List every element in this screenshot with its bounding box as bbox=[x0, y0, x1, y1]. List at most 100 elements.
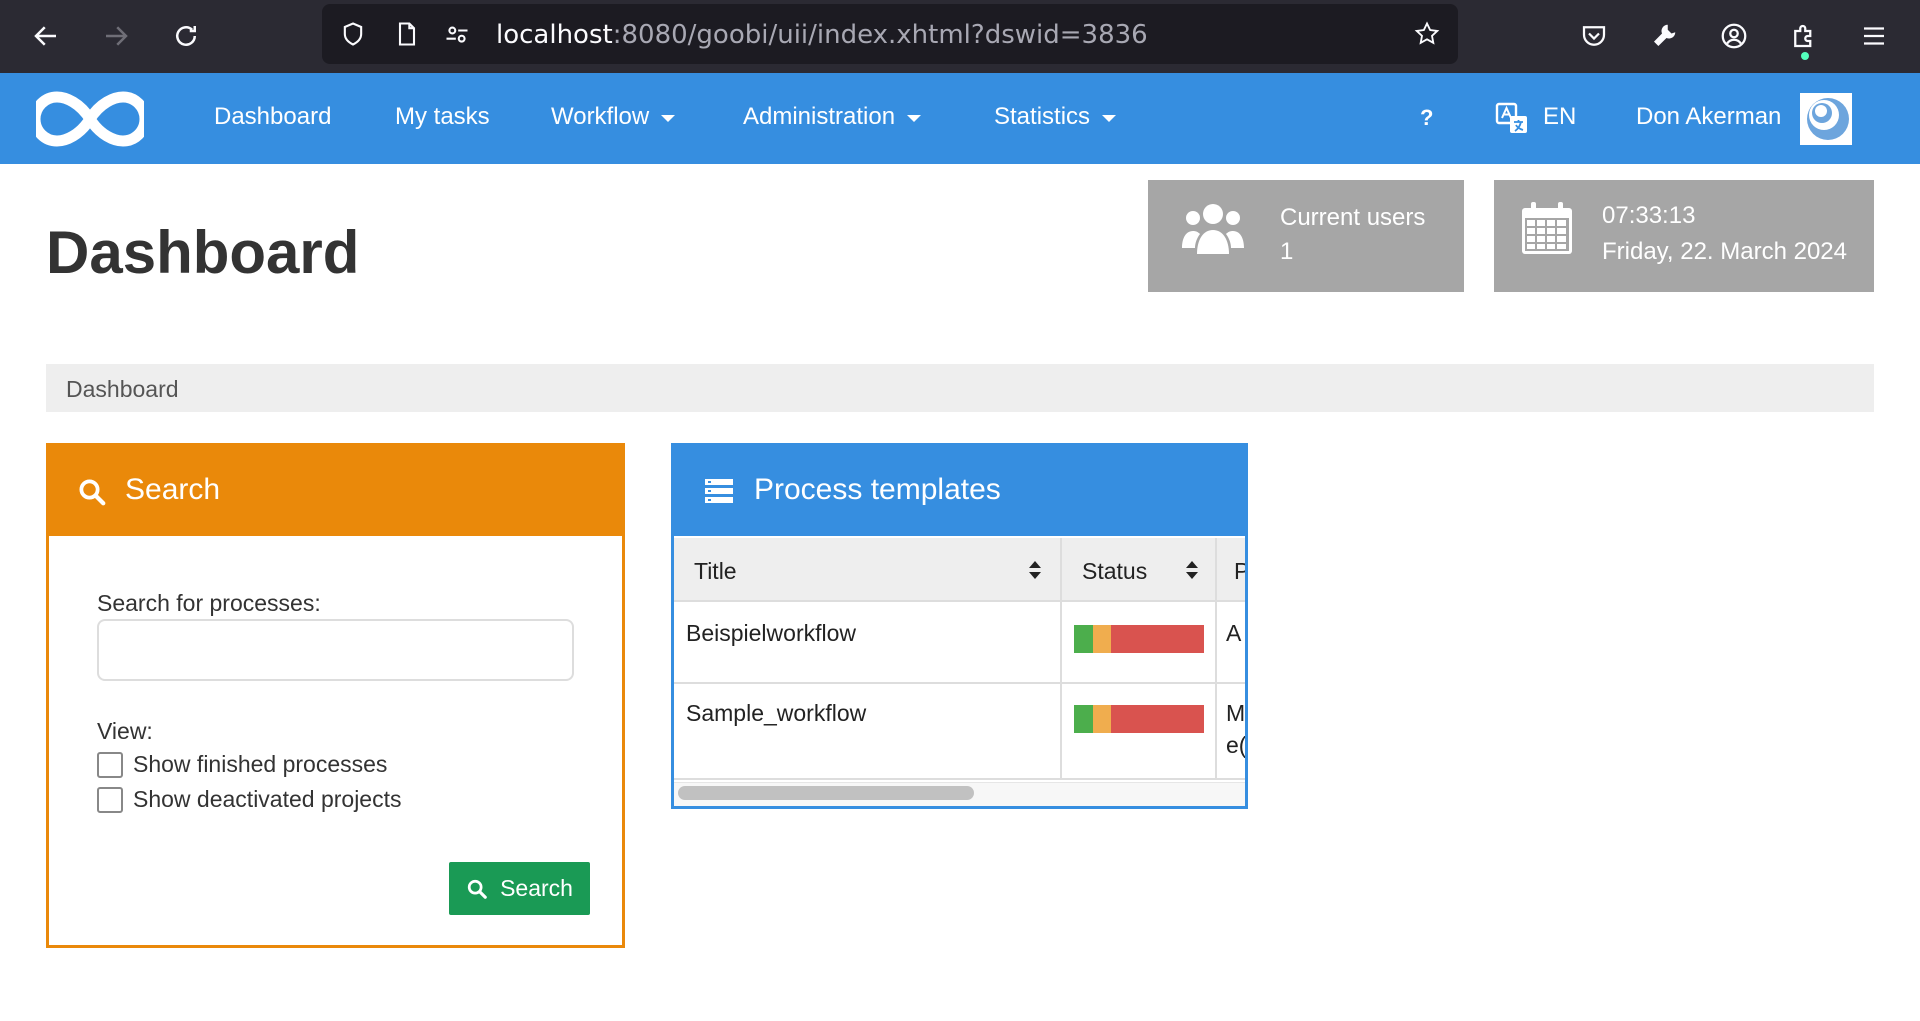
translate-icon[interactable] bbox=[1494, 101, 1530, 137]
page-icon[interactable] bbox=[392, 19, 422, 49]
caret-down-icon bbox=[907, 114, 922, 122]
nav-my-tasks-label: My tasks bbox=[395, 103, 490, 130]
pocket-button[interactable] bbox=[1572, 14, 1616, 58]
arrow-right-icon bbox=[106, 26, 128, 46]
url-text[interactable]: localhost:8080/goobi/uii/index.xhtml?dsw… bbox=[496, 20, 1148, 50]
row-third-cell: A bbox=[1226, 620, 1242, 646]
column-header-status[interactable]: Status bbox=[1082, 558, 1147, 585]
search-panel: Search Search for processes: View: Show … bbox=[46, 443, 625, 948]
nav-administration-label: Administration bbox=[743, 103, 896, 130]
process-templates-panel: Process templates Title Status P Beispie… bbox=[671, 443, 1248, 809]
language-selector[interactable]: EN bbox=[1543, 103, 1576, 131]
show-deactivated-option[interactable]: Show deactivated projects bbox=[97, 786, 402, 813]
column-divider bbox=[1215, 538, 1217, 779]
row-third-cell: M bbox=[1226, 700, 1246, 726]
search-field-label: Search for processes: bbox=[97, 590, 321, 616]
nav-statistics-label: Statistics bbox=[994, 103, 1091, 130]
bookmark-star-icon[interactable] bbox=[1412, 19, 1442, 49]
row-divider bbox=[674, 682, 1245, 684]
row-divider bbox=[674, 778, 1245, 780]
shield-icon[interactable] bbox=[338, 19, 368, 49]
nav-statistics[interactable]: Statistics bbox=[994, 103, 1117, 131]
status-progress-bar bbox=[1074, 705, 1204, 733]
search-panel-title: Search bbox=[125, 473, 221, 506]
extension-indicator-dot bbox=[1801, 52, 1809, 60]
status-open-segment bbox=[1093, 705, 1111, 733]
process-templates-header: Process templates bbox=[674, 446, 1245, 536]
help-button[interactable]: ? bbox=[1420, 105, 1433, 131]
current-users-label: Current users bbox=[1280, 204, 1426, 231]
status-locked-segment bbox=[1111, 625, 1204, 653]
search-panel-header: Search bbox=[49, 446, 622, 536]
nav-administration[interactable]: Administration bbox=[743, 103, 922, 131]
search-input[interactable] bbox=[97, 619, 574, 681]
column-header-third[interactable]: P bbox=[1234, 558, 1245, 585]
nav-workflow[interactable]: Workflow bbox=[551, 103, 676, 131]
arrow-left-icon bbox=[34, 26, 56, 46]
show-finished-option[interactable]: Show finished processes bbox=[97, 751, 387, 778]
row-title[interactable]: Sample_workflow bbox=[686, 700, 866, 727]
search-button[interactable]: Search bbox=[449, 862, 590, 915]
sort-icon[interactable] bbox=[1185, 560, 1199, 580]
status-done-segment bbox=[1074, 625, 1093, 653]
horizontal-scrollbar[interactable] bbox=[678, 786, 974, 800]
nav-dashboard-label: Dashboard bbox=[214, 103, 332, 130]
caret-down-icon bbox=[1102, 114, 1117, 122]
avatar[interactable] bbox=[1800, 93, 1852, 145]
nav-workflow-label: Workflow bbox=[551, 103, 650, 130]
sort-icon[interactable] bbox=[1028, 560, 1042, 580]
row-third-cell-line2: e( bbox=[1226, 732, 1247, 758]
search-icon bbox=[467, 879, 487, 899]
account-button[interactable] bbox=[1712, 14, 1756, 58]
column-header-title[interactable]: Title bbox=[694, 558, 737, 585]
status-done-segment bbox=[1074, 705, 1093, 733]
current-users-widget: Current users 1 bbox=[1148, 180, 1464, 292]
current-date: Friday, 22. March 2024 bbox=[1602, 238, 1848, 265]
users-icon bbox=[1182, 204, 1244, 254]
show-deactivated-checkbox[interactable] bbox=[97, 786, 123, 813]
calendar-icon bbox=[1522, 202, 1572, 254]
status-progress-bar bbox=[1074, 625, 1204, 653]
permissions-icon[interactable] bbox=[442, 19, 472, 49]
show-finished-checkbox[interactable] bbox=[97, 751, 123, 778]
menu-button[interactable] bbox=[1852, 14, 1896, 58]
breadcrumb-item-dashboard[interactable]: Dashboard bbox=[66, 376, 179, 402]
user-menu[interactable]: Don Akerman bbox=[1636, 103, 1781, 131]
wrench-icon bbox=[1654, 24, 1676, 46]
puzzle-icon bbox=[1794, 24, 1812, 48]
pocket-icon bbox=[1582, 26, 1606, 46]
forward-button[interactable] bbox=[94, 14, 138, 58]
page-title: Dashboard bbox=[46, 219, 360, 286]
search-button-label: Search bbox=[500, 875, 573, 901]
back-button[interactable] bbox=[24, 14, 68, 58]
caret-down-icon bbox=[661, 114, 676, 122]
show-finished-label: Show finished processes bbox=[133, 751, 388, 777]
nav-dashboard[interactable]: Dashboard bbox=[214, 103, 331, 131]
view-label: View: bbox=[97, 718, 153, 744]
date-time-widget: 07:33:13 Friday, 22. March 2024 bbox=[1494, 180, 1874, 292]
row-title[interactable]: Beispielworkflow bbox=[686, 620, 856, 647]
current-users-count: 1 bbox=[1280, 238, 1294, 265]
nav-my-tasks[interactable]: My tasks bbox=[395, 103, 490, 131]
list-icon bbox=[705, 479, 733, 503]
breadcrumb: Dashboard bbox=[46, 364, 1874, 412]
address-bar[interactable]: localhost:8080/goobi/uii/index.xhtml?dsw… bbox=[322, 4, 1458, 64]
current-time: 07:33:13 bbox=[1602, 202, 1696, 229]
goobi-logo-icon[interactable] bbox=[36, 87, 144, 151]
status-locked-segment bbox=[1111, 705, 1204, 733]
account-icon bbox=[1721, 23, 1747, 49]
url-path: :8080/goobi/uii/index.xhtml?dswid=3836 bbox=[612, 20, 1148, 50]
show-deactivated-label: Show deactivated projects bbox=[133, 786, 402, 812]
column-divider bbox=[1060, 538, 1062, 779]
url-host: localhost bbox=[496, 20, 613, 50]
status-open-segment bbox=[1093, 625, 1111, 653]
reload-button[interactable] bbox=[164, 14, 208, 58]
browser-toolbar: localhost:8080/goobi/uii/index.xhtml?dsw… bbox=[0, 0, 1920, 73]
table-header: Title Status P bbox=[674, 538, 1245, 602]
hamburger-icon bbox=[1864, 27, 1884, 45]
reload-icon bbox=[176, 26, 196, 46]
app-navbar: Dashboard My tasks Workflow Administrati… bbox=[0, 73, 1920, 164]
tools-button[interactable] bbox=[1642, 14, 1686, 58]
search-icon bbox=[79, 479, 106, 506]
process-templates-title: Process templates bbox=[754, 473, 1001, 506]
